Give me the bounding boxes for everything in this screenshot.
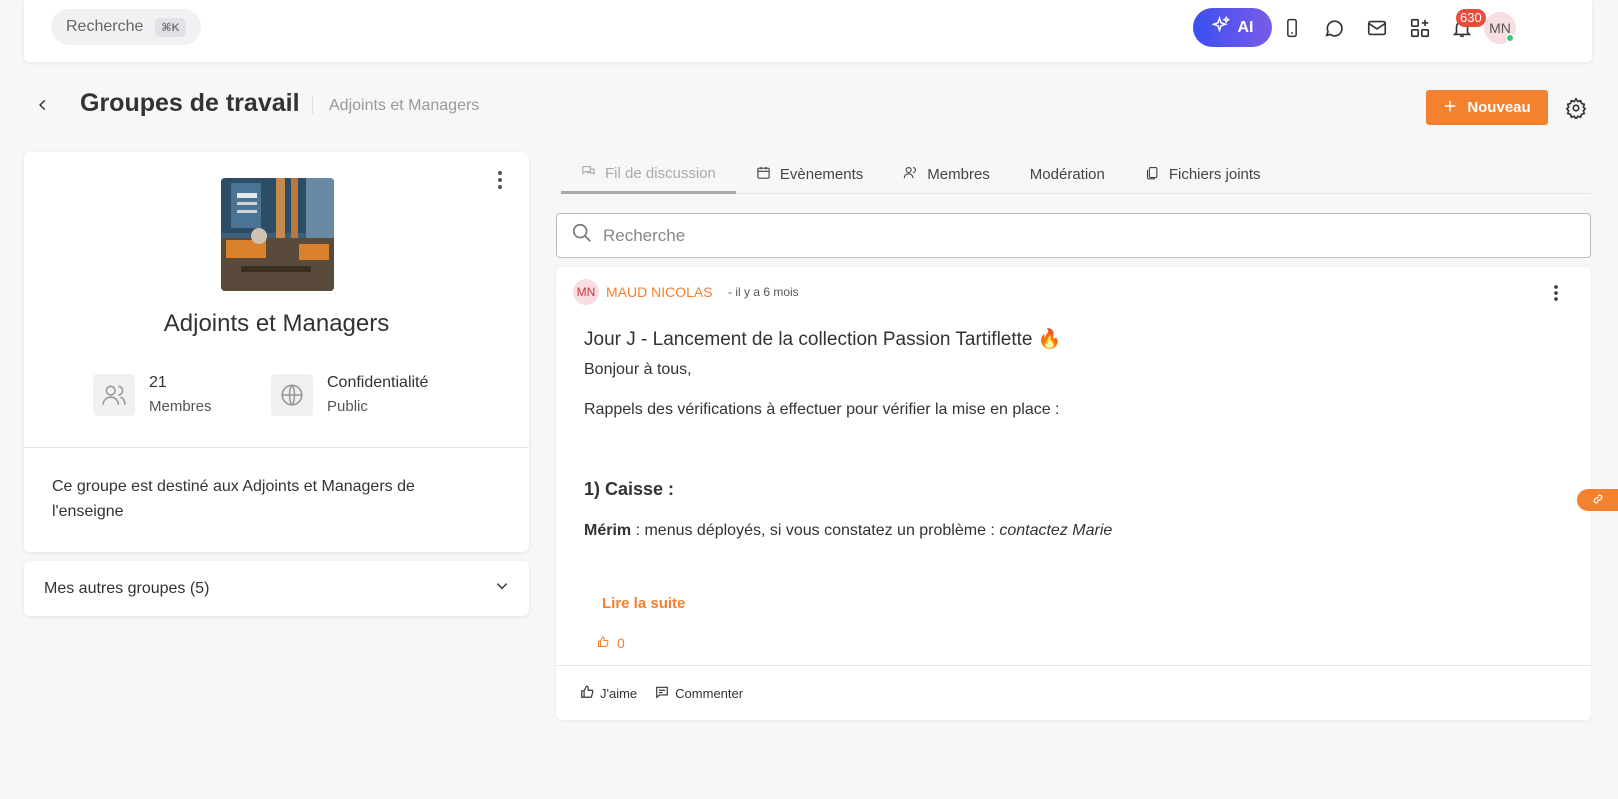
read-more-link[interactable]: Lire la suite bbox=[602, 595, 685, 612]
post-item-em: contactez Marie bbox=[999, 522, 1113, 539]
apps-grid-icon[interactable] bbox=[1408, 16, 1432, 40]
post-body: Jour J - Lancement de la collection Pass… bbox=[584, 327, 1564, 562]
comment-button[interactable]: Commenter bbox=[655, 685, 743, 702]
group-info-card: Adjoints et Managers 21 Membres Confiden… bbox=[24, 152, 529, 552]
card-divider bbox=[24, 447, 529, 448]
search-icon bbox=[571, 222, 593, 249]
search-shortcut-hint: ⌘K bbox=[155, 17, 186, 37]
members-label: Membres bbox=[149, 398, 212, 415]
post-title: Jour J - Lancement de la collection Pass… bbox=[584, 329, 1062, 350]
likes-value: 0 bbox=[617, 635, 625, 651]
new-button[interactable]: Nouveau bbox=[1426, 90, 1548, 125]
chevron-left-icon bbox=[39, 99, 46, 111]
likes-count: 0 bbox=[597, 635, 625, 651]
tab-attachments[interactable]: Fichiers joints bbox=[1125, 156, 1281, 193]
more-options-icon[interactable] bbox=[490, 168, 510, 192]
tab-label: Fichiers joints bbox=[1168, 166, 1261, 183]
members-icon bbox=[903, 165, 918, 184]
group-image bbox=[221, 178, 334, 291]
mail-icon[interactable] bbox=[1365, 16, 1389, 40]
privacy-value: Public bbox=[327, 398, 368, 415]
other-groups-accordion[interactable]: Mes autres groupes (5) bbox=[24, 561, 529, 616]
ai-button[interactable]: AI bbox=[1193, 8, 1272, 47]
attachment-icon bbox=[1145, 165, 1160, 184]
feed-search-field[interactable] bbox=[556, 213, 1591, 258]
tab-members[interactable]: Membres bbox=[883, 156, 1010, 193]
group-name: Adjoints et Managers bbox=[163, 310, 390, 337]
discussion-icon bbox=[581, 164, 596, 183]
top-bar: Recherche ⌘K AI 630 MN bbox=[24, 0, 1592, 62]
members-icon bbox=[93, 374, 135, 416]
privacy-title: Confidentialité bbox=[327, 374, 429, 391]
global-search-button[interactable]: Recherche ⌘K bbox=[51, 9, 201, 45]
other-groups-label: Mes autres groupes (5) bbox=[44, 579, 210, 597]
page-subtitle: Adjoints et Managers bbox=[329, 97, 480, 114]
globe-icon bbox=[271, 374, 313, 416]
link-icon bbox=[1593, 491, 1603, 509]
post-greeting: Bonjour à tous, bbox=[584, 361, 692, 378]
tab-label: Fil de discussion bbox=[605, 165, 716, 182]
post-timestamp: - il y a 6 mois bbox=[728, 285, 799, 299]
post-item-text: : menus déployés, si vous constatez un p… bbox=[631, 522, 1000, 539]
global-search-label: Recherche bbox=[66, 18, 144, 35]
chevron-down-icon bbox=[495, 579, 509, 598]
group-tabs: Fil de discussion Evènements Membres Mod… bbox=[561, 156, 1591, 194]
page-title: Groupes de travail bbox=[80, 89, 300, 117]
chat-icon[interactable] bbox=[1322, 16, 1346, 40]
privacy-stat: Confidentialité Public bbox=[271, 374, 428, 416]
members-stat: 21 Membres bbox=[93, 374, 212, 416]
gear-icon[interactable] bbox=[1565, 97, 1587, 119]
post-intro: Rappels des vérifications à effectuer po… bbox=[584, 401, 1060, 418]
post-card: MN MAUD NICOLAS - il y a 6 mois Jour J -… bbox=[556, 267, 1591, 720]
group-description: Ce groupe est destiné aux Adjoints et Ma… bbox=[52, 478, 415, 520]
notifications-badge: 630 bbox=[1456, 9, 1486, 27]
thumbs-up-icon bbox=[597, 635, 609, 651]
members-count: 21 bbox=[149, 374, 167, 391]
online-status-dot bbox=[1506, 34, 1514, 42]
title-separator bbox=[312, 96, 313, 114]
tab-label: Membres bbox=[927, 166, 990, 183]
like-label: J'aime bbox=[600, 686, 638, 701]
like-button[interactable]: J'aime bbox=[580, 685, 637, 702]
author-avatar[interactable]: MN bbox=[573, 279, 599, 305]
feed-search-input[interactable] bbox=[603, 225, 1503, 246]
plus-icon bbox=[1443, 99, 1457, 117]
new-button-label: Nouveau bbox=[1467, 99, 1531, 116]
mobile-icon[interactable] bbox=[1280, 16, 1304, 40]
tab-discussion[interactable]: Fil de discussion bbox=[561, 156, 736, 194]
comment-icon bbox=[655, 685, 669, 702]
tab-moderation[interactable]: Modération bbox=[1010, 156, 1125, 193]
post-more-icon[interactable] bbox=[1546, 283, 1566, 303]
ai-button-label: AI bbox=[1237, 18, 1254, 36]
post-author[interactable]: MAUD NICOLAS bbox=[606, 284, 713, 300]
comment-label: Commenter bbox=[675, 686, 744, 701]
tab-label: Modération bbox=[1029, 166, 1105, 183]
sparkle-icon bbox=[1210, 15, 1230, 39]
post-item-strong: Mérim bbox=[584, 522, 632, 539]
tab-label: Evènements bbox=[779, 166, 864, 183]
post-item: Mérim : menus déployés, si vous constate… bbox=[584, 522, 1564, 540]
side-feedback-tab[interactable] bbox=[1577, 489, 1618, 511]
back-button[interactable] bbox=[33, 95, 53, 115]
calendar-icon bbox=[756, 165, 771, 184]
thumbs-up-icon bbox=[580, 685, 594, 702]
post-section-title: 1) Caisse : bbox=[584, 479, 675, 499]
post-divider bbox=[556, 665, 1591, 666]
post-actions: J'aime Commenter bbox=[580, 685, 743, 702]
tab-events[interactable]: Evènements bbox=[736, 156, 883, 193]
